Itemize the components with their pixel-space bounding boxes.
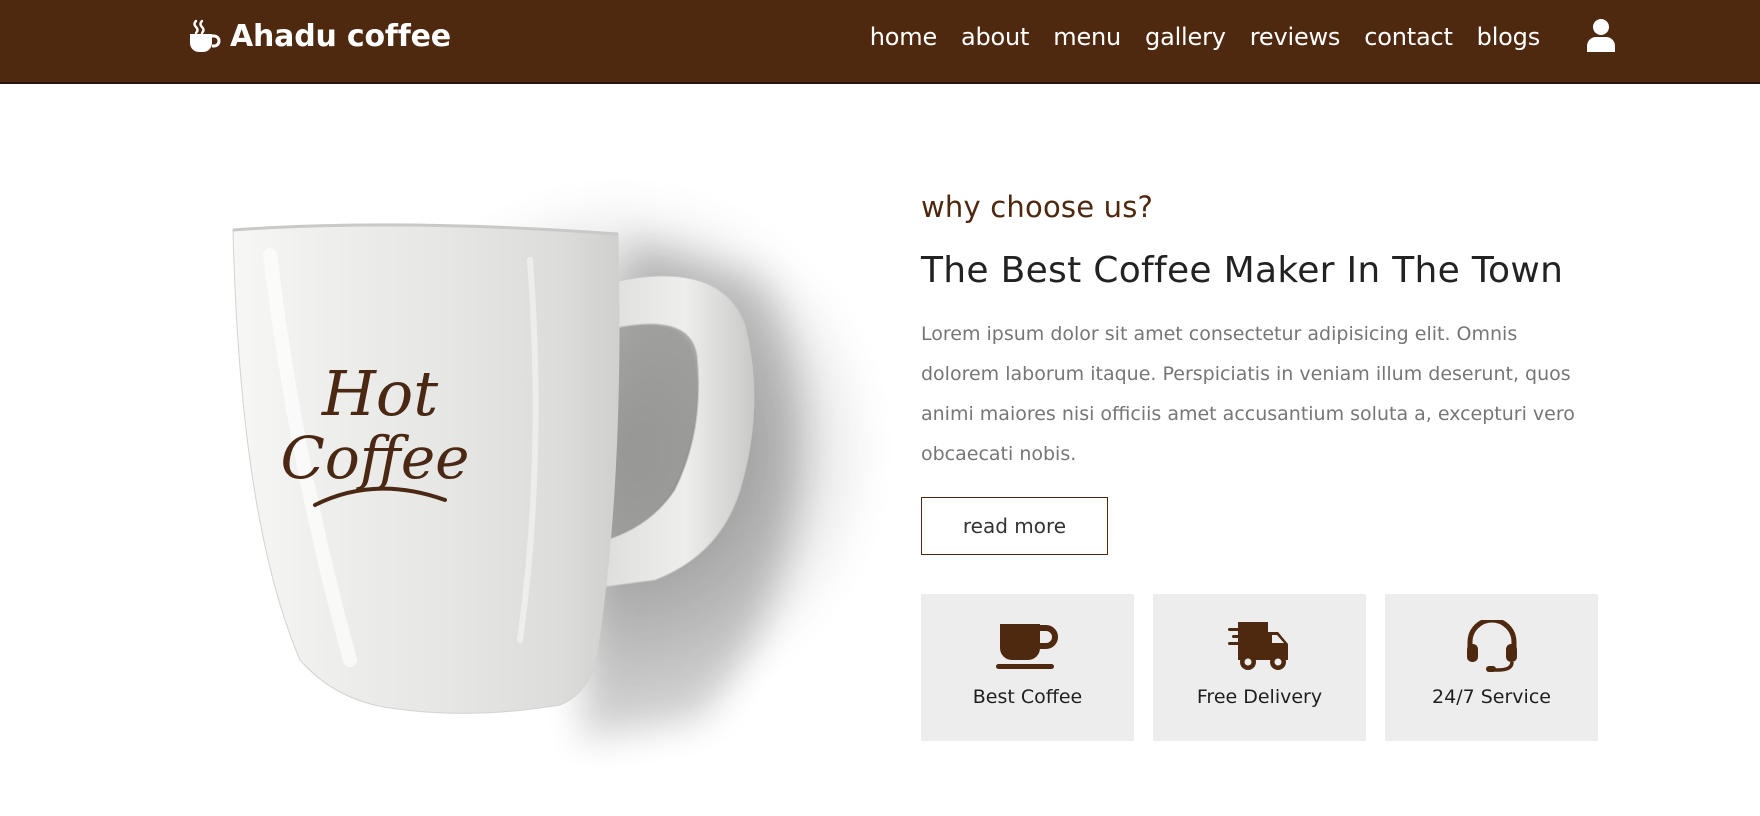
mug-logo-text-coffee: Coffee: [280, 424, 469, 492]
coffee-mug-icon: [995, 624, 1058, 669]
nav-blogs[interactable]: blogs: [1477, 23, 1541, 51]
feature-best-coffee: Best Coffee: [921, 594, 1134, 741]
feature-label: 24/7 Service: [1432, 686, 1551, 708]
user-icon: [1587, 19, 1615, 52]
read-more-button[interactable]: read more: [921, 497, 1108, 555]
headset-icon: [1466, 620, 1517, 672]
main-nav: home about menu gallery reviews contact …: [870, 18, 1540, 56]
feature-24-7-service: 24/7 Service: [1385, 594, 1598, 741]
coffee-cup-icon: [190, 19, 221, 52]
nav-gallery[interactable]: gallery: [1145, 23, 1226, 51]
feature-label: Best Coffee: [972, 686, 1083, 708]
feature-label: Free Delivery: [1196, 686, 1323, 708]
brand-name: Ahadu coffee: [230, 18, 451, 54]
brand-logo-link[interactable]: Ahadu coffee: [187, 16, 451, 56]
feature-free-delivery: Free Delivery: [1153, 594, 1366, 741]
delivery-truck-icon: [1227, 622, 1288, 670]
section-subtitle: why choose us?: [921, 190, 1154, 224]
hero-mug-image: Hot Coffee: [200, 160, 900, 780]
section-title: The Best Coffee Maker In The Town: [921, 250, 1564, 291]
nav-contact[interactable]: contact: [1364, 23, 1453, 51]
features-row: Best Coffee Free Delivery 24/7 Service: [921, 594, 1598, 741]
nav-about[interactable]: about: [961, 23, 1029, 51]
white-coffee-mug-image: Hot Coffee: [232, 190, 880, 740]
user-account-button[interactable]: [1585, 18, 1617, 52]
nav-menu[interactable]: menu: [1053, 23, 1121, 51]
section-description: Lorem ipsum dolor sit amet consectetur a…: [921, 323, 1575, 465]
site-header: Ahadu coffee home about menu gallery rev…: [0, 0, 1760, 84]
mug-logo-text-hot: Hot: [321, 357, 438, 430]
nav-reviews[interactable]: reviews: [1250, 23, 1341, 51]
nav-home[interactable]: home: [870, 23, 937, 51]
